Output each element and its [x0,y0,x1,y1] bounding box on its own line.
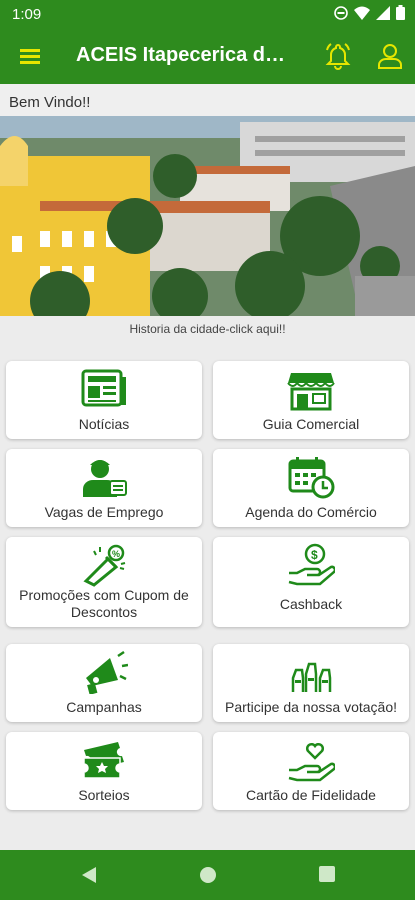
menu-card-cartao-fidelidade[interactable]: Cartão de Fidelidade [213,732,409,810]
ticket-icon [83,742,124,779]
status-time: 1:09 [12,6,42,23]
svg-text:$: $ [311,548,318,562]
menu-card-votacao[interactable]: Participe da nossa votação! [213,644,409,722]
voting-hands-icon [291,662,332,692]
calendar-clock-icon [288,457,335,499]
system-nav-bar [0,850,415,900]
coupon-icon: % [83,544,126,587]
menu-card-label: Campanhas [66,699,142,715]
user-icon[interactable] [376,42,404,70]
menu-card-campanhas[interactable]: Campanhas [6,644,202,722]
city-banner-image[interactable] [0,116,415,316]
status-bar: 1:09 [0,0,415,28]
recents-icon[interactable] [318,865,336,883]
signal-icon [376,5,390,20]
cashback-icon: $ [288,543,335,586]
store-icon [287,373,335,411]
menu-card-label: Promoções com Cupom de Descontos [19,587,189,620]
welcome-strip: Bem Vindo!! [0,84,415,116]
megaphone-icon [86,650,128,694]
menu-card-agenda-comercio[interactable]: Agenda do Comércio [213,449,409,527]
history-link[interactable]: Historia da cidade-click aqui!! [0,322,415,336]
welcome-text: Bem Vindo!! [9,94,91,111]
dnd-icon [334,5,348,20]
battery-icon [396,5,405,20]
heart-hand-icon [288,743,335,782]
menu-card-label: Participe da nossa votação! [225,699,397,715]
menu-card-label: Cashback [279,596,343,612]
worker-icon [83,460,127,497]
menu-card-label: Cartão de Fidelidade [246,787,376,803]
bell-icon[interactable] [324,42,352,70]
menu-card-label: Guia Comercial [262,416,360,432]
home-icon[interactable] [198,865,218,885]
app-bar: ACEIS Itapecerica da Serra [0,28,415,84]
wifi-icon [354,6,370,20]
menu-card-sorteios[interactable]: Sorteios [6,732,202,810]
newspaper-icon [81,369,126,407]
menu-card-vagas-emprego[interactable]: Vagas de Emprego [6,449,202,527]
menu-card-cashback[interactable]: $ Cashback [213,537,409,627]
svg-text:%: % [112,549,120,559]
city-photo [0,116,415,316]
menu-card-noticias[interactable]: Notícias [6,361,202,439]
back-icon[interactable] [80,865,98,885]
menu-card-label: Vagas de Emprego [44,504,164,520]
menu-card-label: Sorteios [78,787,130,803]
menu-card-guia-comercial[interactable]: Guia Comercial [213,361,409,439]
menu-icon[interactable] [18,44,42,68]
app-title: ACEIS Itapecerica da Serra [76,44,296,66]
menu-card-label: Notícias [78,416,130,432]
menu-card-promocoes-cupom[interactable]: % Promoções com Cupom de Descontos [6,537,202,627]
menu-card-label: Agenda do Comércio [245,504,377,520]
status-icons [334,5,405,20]
